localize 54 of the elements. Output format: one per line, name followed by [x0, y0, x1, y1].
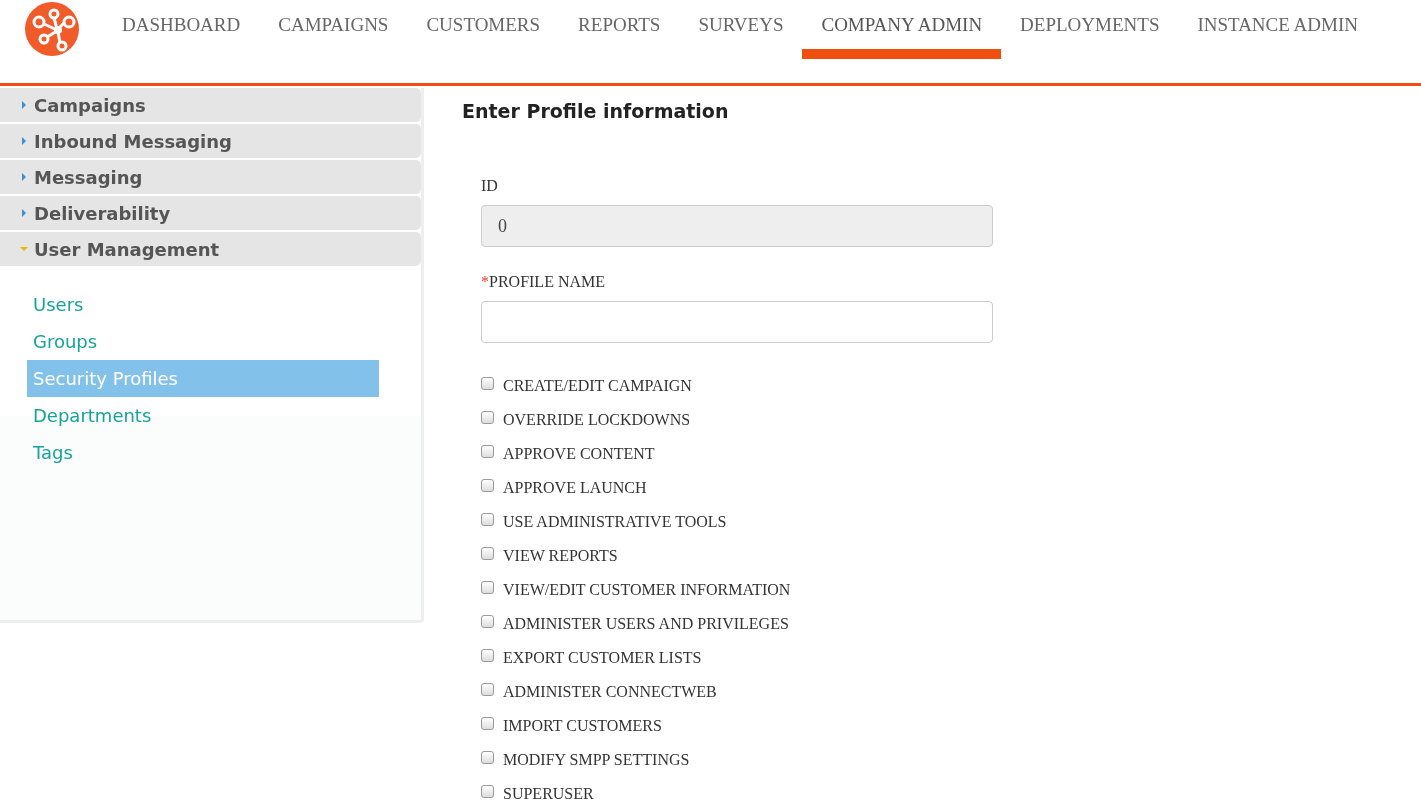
checkbox-label: IMPORT CUSTOMERS	[503, 717, 662, 735]
sidebar-item[interactable]: Users	[27, 286, 379, 323]
checkbox-label: VIEW REPORTS	[503, 547, 618, 565]
form-title: Enter Profile information	[462, 100, 730, 122]
checkbox-label: VIEW/EDIT CUSTOMER INFORMATION	[503, 581, 791, 599]
sidebar-item[interactable]: Groups	[27, 323, 379, 360]
checkbox-label: USE ADMINISTRATIVE TOOLS	[503, 513, 727, 531]
logo-icon	[25, 2, 79, 56]
nav-tab[interactable]: INSTANCE ADMIN	[1178, 0, 1377, 59]
checkbox[interactable]	[481, 410, 494, 424]
checkbox-label: CREATE/EDIT CAMPAIGN	[503, 377, 692, 395]
sidebar-section[interactable]: User Management	[0, 232, 421, 266]
nav-tab[interactable]: CUSTOMERS	[407, 0, 560, 59]
caret-down-icon	[20, 245, 28, 253]
caret-right-icon	[20, 101, 28, 109]
field-label: ID	[481, 177, 499, 195]
checkbox-label: MODIFY SMPP SETTINGS	[503, 751, 690, 769]
checkbox-label: OVERRIDE LOCKDOWNS	[503, 411, 691, 429]
nav-tab[interactable]: DASHBOARD	[103, 0, 260, 59]
checkbox[interactable]	[481, 648, 494, 662]
checkbox[interactable]	[481, 614, 494, 628]
sidebar-section[interactable]: Deliverability	[0, 196, 421, 230]
nav-tab[interactable]: DEPLOYMENTS	[1001, 0, 1179, 59]
checkbox[interactable]	[481, 784, 494, 798]
sidebar-item[interactable]: Departments	[27, 397, 379, 434]
checkbox[interactable]	[481, 750, 494, 764]
caret-right-icon	[20, 173, 28, 181]
required-mark: *	[481, 273, 489, 290]
caret-right-icon	[20, 137, 28, 145]
sidebar-section[interactable]: Campaigns	[0, 88, 421, 122]
sidebar-section[interactable]: Messaging	[0, 160, 421, 194]
sidebar-section[interactable]: Inbound Messaging	[0, 124, 421, 158]
text-field[interactable]	[481, 301, 993, 343]
nav-tab[interactable]: CAMPAIGNS	[259, 0, 408, 59]
nav-tab[interactable]: COMPANY ADMIN	[802, 0, 1002, 59]
checkbox-label: ADMINISTER USERS AND PRIVILEGES	[503, 615, 789, 633]
checkbox[interactable]	[481, 376, 494, 390]
checkbox-label: ADMINISTER CONNECTWEB	[503, 683, 717, 701]
checkbox[interactable]	[481, 716, 494, 730]
checkbox[interactable]	[481, 580, 494, 594]
nav-tab[interactable]: REPORTS	[559, 0, 680, 59]
checkbox[interactable]	[481, 546, 494, 560]
checkbox[interactable]	[481, 682, 494, 696]
checkbox-label: EXPORT CUSTOMER LISTS	[503, 649, 702, 667]
nav-tab[interactable]: SURVEYS	[679, 0, 803, 59]
checkbox[interactable]	[481, 512, 494, 526]
checkbox-label: APPROVE CONTENT	[503, 445, 655, 463]
checkbox[interactable]	[481, 444, 494, 458]
checkbox-label: APPROVE LAUNCH	[503, 479, 647, 497]
sidebar-item[interactable]: Tags	[27, 434, 379, 471]
field-label: *PROFILE NAME	[481, 273, 606, 291]
checkbox-label: SUPERUSER	[503, 785, 594, 800]
caret-right-icon	[20, 209, 28, 217]
checkbox[interactable]	[481, 478, 494, 492]
